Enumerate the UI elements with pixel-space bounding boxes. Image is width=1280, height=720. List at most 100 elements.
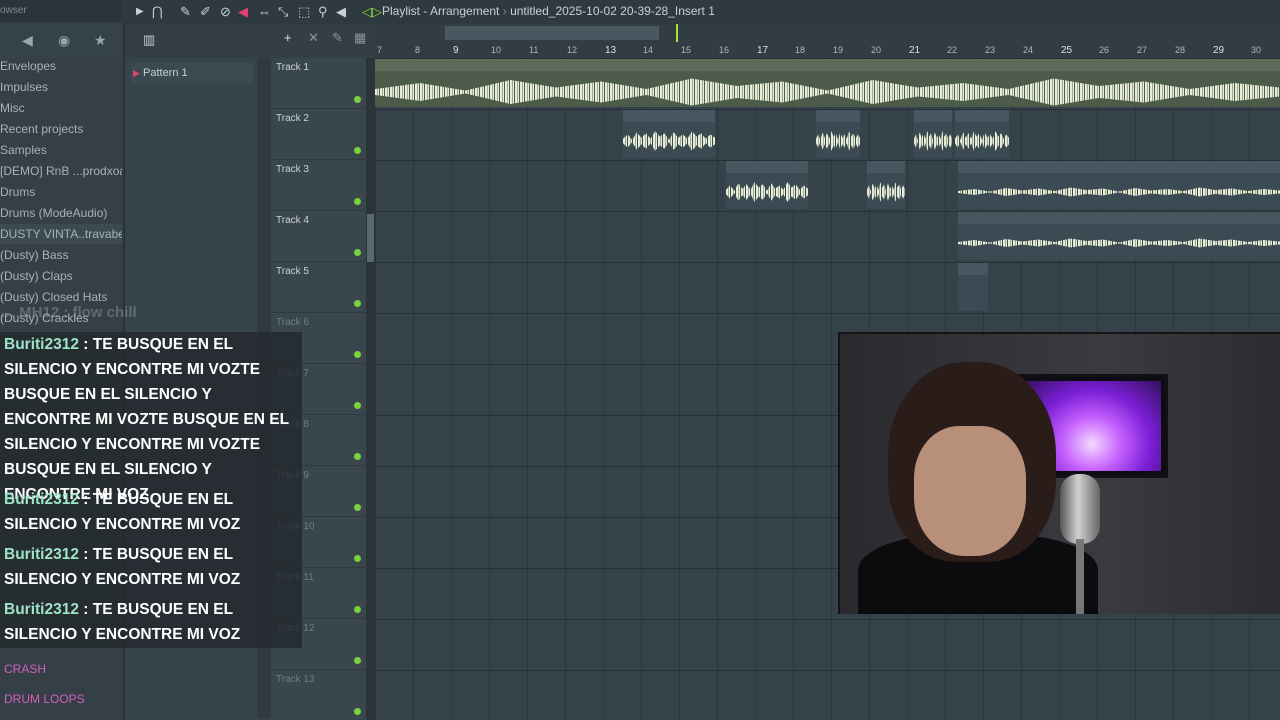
bar-number: 11 (529, 45, 539, 55)
track-enable-led[interactable] (354, 249, 361, 256)
browser-header: Browser (0, 0, 122, 22)
pattern-item[interactable]: ▶ Pattern 1 (131, 62, 253, 84)
bar-number: 7 (377, 45, 383, 55)
clip-label: un...1 (869, 161, 892, 171)
track-name: Track 3 (276, 164, 309, 175)
browser-item[interactable]: Drums (0, 182, 122, 202)
track-enable-led[interactable] (354, 657, 361, 664)
track-header[interactable]: Track 13 (272, 670, 366, 720)
audio-clip[interactable]: un...1 (867, 161, 905, 209)
track-name: Track 1 (276, 62, 309, 73)
title-separator: › (502, 4, 507, 18)
bar-number: 24 (1023, 45, 1034, 55)
track-enable-led[interactable] (354, 504, 361, 511)
play-pattern-icon[interactable]: ◁▷ (362, 4, 382, 20)
browser-item[interactable]: DUSTY VINTA..travabeats (0, 224, 122, 244)
track-enable-led[interactable] (354, 402, 361, 409)
streamer-face (914, 426, 1026, 556)
browser-item[interactable]: Samples (0, 140, 122, 160)
clip-label: god_2025-10-02 22-03-19_Insert 1 (960, 161, 1100, 171)
chat-overlay: Buriti2312 : TE BUSQUE EN EL SILENCIO Y … (0, 332, 302, 648)
magnet-icon[interactable]: ⋂ (152, 4, 163, 20)
add-icon[interactable]: + (284, 30, 292, 45)
bar-number: 10 (491, 45, 502, 55)
chat-username: Buriti2312 (4, 491, 79, 508)
audio-clip[interactable]: (FREE) Daniel Caesar Type Beat - Take Yo… (375, 59, 1280, 107)
speaker-icon[interactable]: ◀ (22, 32, 33, 49)
window-title: Playlist - Arrangement › untitled_2025-1… (382, 4, 715, 18)
track-enable-led[interactable] (354, 708, 361, 715)
piano-icon[interactable]: ▥ (143, 32, 155, 48)
delete-icon[interactable]: ⊘ (220, 4, 231, 20)
clip-label: untitl...ert 1 (957, 110, 1002, 120)
bar-number: 30 (1251, 45, 1262, 55)
cross-icon[interactable]: ✕ (308, 30, 319, 46)
track-enable-led[interactable] (354, 147, 361, 154)
track-enable-led[interactable] (354, 453, 361, 460)
track-header[interactable]: Track 4 (272, 211, 366, 262)
category-drum-loops[interactable]: DRUM LOOPS (4, 692, 85, 706)
playhead[interactable] (676, 24, 678, 42)
track-enable-led[interactable] (354, 606, 361, 613)
clip-label: g (960, 263, 966, 273)
track-name: Track 4 (276, 215, 309, 226)
grid-icon[interactable]: ▦ (354, 30, 366, 46)
track-header[interactable]: Track 1 (272, 58, 366, 109)
chat-username: Buriti2312 (4, 546, 79, 563)
waveform (816, 131, 860, 151)
chat-username: Buriti2312 (4, 601, 79, 618)
clip-label: (FREE) Daniel Caesar Type Beat - Take Yo… (377, 59, 637, 69)
zoom-icon[interactable]: ⚲ (318, 4, 328, 20)
timeline-ruler[interactable]: 7 8 9 10 11 12 13 14 15 16 17 18 19 20 21 22 23 24 25 26 27 2… (375, 24, 1280, 58)
play-arrow-icon[interactable]: ▶ (136, 6, 144, 17)
pencil-icon[interactable]: ✎ (180, 4, 191, 20)
globe-icon[interactable]: ◉ (58, 32, 70, 49)
audio-clip[interactable]: untitled_..._Insert 1 (623, 110, 715, 158)
chat-message: Buriti2312 : TE BUSQUE EN EL SILENCIO Y … (4, 487, 302, 537)
audio-clip[interactable]: un..1 (914, 110, 952, 158)
track-header[interactable]: Track 3 (272, 160, 366, 211)
audio-clip[interactable]: god_2025-10-02 22-04-17_Insert 1 (958, 212, 1280, 260)
track-scrollbar[interactable] (366, 58, 375, 720)
chat-message: Buriti2312 : TE BUSQUE EN EL SILENCIO Y … (4, 542, 302, 592)
audio-clip[interactable]: unt...1 (816, 110, 860, 158)
track-enable-led[interactable] (354, 198, 361, 205)
track-header[interactable]: Track 2 (272, 109, 366, 160)
slice-icon[interactable]: ⤡ (278, 4, 288, 20)
bar-number: 15 (681, 45, 692, 55)
browser-item[interactable]: Envelopes (0, 56, 122, 76)
track-name: Track 5 (276, 266, 309, 277)
audio-clip[interactable]: untitl...ert 1 (955, 110, 1009, 158)
paint-icon[interactable]: ✐ (200, 4, 211, 20)
playlist-tools: + ✕ ✎ ▦ (272, 24, 376, 58)
playback-icon[interactable]: ◀ (336, 4, 346, 20)
audio-clip[interactable]: g (958, 263, 988, 311)
browser-item[interactable]: (Dusty) Bass (0, 245, 122, 265)
clip-label: untitled...nsert 1 (728, 161, 793, 171)
mute-icon[interactable]: ◀ (238, 4, 248, 20)
browser-item[interactable]: Misc (0, 98, 122, 118)
browser-item[interactable]: Recent projects (0, 119, 122, 139)
audio-clip[interactable]: god_2025-10-02 22-03-19_Insert 1 (958, 161, 1280, 209)
track-enable-led[interactable] (354, 96, 361, 103)
waveform (623, 131, 715, 151)
bar-number: 12 (567, 45, 578, 55)
browser-item[interactable]: Drums (ModeAudio) (0, 203, 122, 223)
slip-icon[interactable]: ⇔ (258, 4, 271, 19)
browser-item[interactable]: [DEMO] RnB ...prodxoasis (0, 161, 122, 181)
scroll-thumb[interactable] (367, 214, 374, 262)
track-enable-led[interactable] (354, 351, 361, 358)
pointer-icon[interactable]: ✎ (332, 30, 343, 46)
category-crash[interactable]: CRASH (4, 662, 46, 676)
star-icon[interactable]: ★ (94, 32, 107, 49)
audio-clip[interactable]: untitled...nsert 1 (726, 161, 808, 209)
browser-item[interactable]: Impulses (0, 77, 122, 97)
track-enable-led[interactable] (354, 300, 361, 307)
select-icon[interactable]: ⬚ (298, 4, 310, 20)
track-enable-led[interactable] (354, 555, 361, 562)
pattern-toolbar: ▥ (125, 24, 273, 58)
track-header[interactable]: Track 5 (272, 262, 366, 313)
overview-strip[interactable] (445, 26, 659, 40)
waveform (375, 78, 1280, 106)
browser-item[interactable]: (Dusty) Claps (0, 266, 122, 286)
